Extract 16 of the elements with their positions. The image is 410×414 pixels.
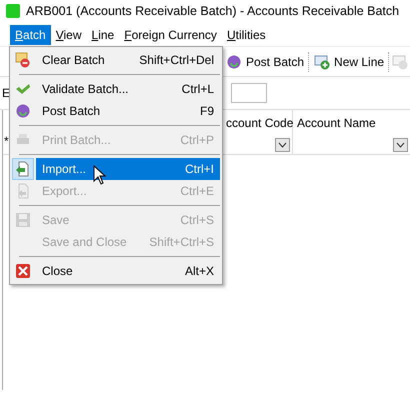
toolbar-button[interactable]: New Line <box>312 52 386 72</box>
menu-bar-item[interactable]: Utilities <box>222 25 271 45</box>
row-marker: * <box>4 134 9 148</box>
menu-bar-item[interactable]: Batch <box>10 25 51 45</box>
menu-item[interactable]: Validate Batch... Ctrl+L <box>36 78 220 100</box>
menu-item[interactable]: Clear Batch Shift+Ctrl+Del <box>36 49 220 71</box>
window-title: ARB001 (Accounts Receivable Batch) - Accounts Receivable Batch <box>26 4 400 18</box>
menu-bar-item[interactable]: Foreign Currency <box>119 25 222 45</box>
menu-item[interactable]: Post Batch F9 <box>36 100 220 122</box>
menu-bar-item[interactable]: Line <box>86 25 120 45</box>
menu-bar-item[interactable]: View <box>50 25 87 45</box>
menu-item[interactable]: Close Alt+X <box>36 260 220 282</box>
filter-label: E <box>2 86 10 100</box>
menu-item[interactable]: Import... Ctrl+I <box>36 158 220 180</box>
toolbar-button[interactable]: Post Batch <box>224 52 306 72</box>
column-header: Account Name <box>297 116 377 130</box>
